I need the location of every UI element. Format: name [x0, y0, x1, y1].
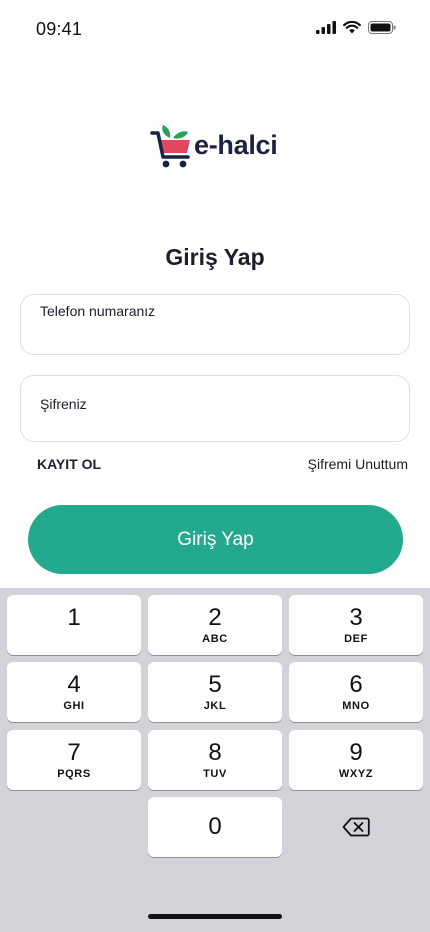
phone-field-label: Telefon numaranız: [40, 303, 156, 319]
status-icons: [316, 21, 396, 34]
key-2[interactable]: 2 ABC: [148, 595, 282, 655]
key-7[interactable]: 7 PQRS: [7, 730, 141, 790]
password-field-label: Şifreniz: [40, 396, 87, 412]
register-link[interactable]: KAYIT OL: [37, 456, 101, 472]
key-digit: 9: [349, 739, 363, 766]
key-1[interactable]: 1: [7, 595, 141, 655]
key-6[interactable]: 6 MNO: [289, 662, 423, 722]
key-digit: 5: [208, 671, 222, 698]
key-letters: TUV: [203, 768, 227, 780]
phone-field[interactable]: Telefon numaranız: [20, 294, 410, 355]
backspace-icon: [342, 817, 370, 837]
logo-text: e-halci: [194, 130, 278, 160]
key-0[interactable]: 0: [148, 797, 282, 857]
key-digit: 4: [67, 671, 81, 698]
cart-logo-icon: [150, 125, 190, 168]
key-8[interactable]: 8 TUV: [148, 730, 282, 790]
page-title: Giriş Yap: [165, 244, 265, 270]
key-digit: 6: [349, 671, 363, 698]
key-letters: GHI: [63, 700, 85, 712]
battery-icon: [368, 21, 396, 34]
key-letters: DEF: [344, 633, 368, 645]
app-logo: e-halci: [150, 122, 290, 170]
status-time: 09:41: [36, 19, 83, 39]
key-5[interactable]: 5 JKL: [148, 662, 282, 722]
key-digit: 1: [67, 604, 81, 631]
key-letters: MNO: [342, 700, 370, 712]
key-letters: ABC: [202, 633, 228, 645]
key-9[interactable]: 9 WXYZ: [289, 730, 423, 790]
numeric-keypad: 1 2 ABC 3 DEF 4 GHI 5 JKL 6 MNO 7 PQRS 8…: [0, 588, 430, 932]
key-digit: 3: [349, 604, 363, 631]
home-indicator: [148, 914, 282, 919]
key-letters: PQRS: [57, 768, 91, 780]
wifi-icon: [343, 21, 361, 34]
key-digit: 0: [208, 813, 222, 840]
password-field[interactable]: Şifreniz: [20, 375, 410, 442]
key-4[interactable]: 4 GHI: [7, 662, 141, 722]
key-digit: 2: [208, 604, 222, 631]
key-letters: JKL: [203, 700, 227, 712]
key-digit: 8: [208, 739, 222, 766]
key-3[interactable]: 3 DEF: [289, 595, 423, 655]
key-letters: WXYZ: [338, 768, 374, 780]
status-bar: 09:41: [0, 0, 430, 60]
cellular-signal-icon: [316, 21, 336, 34]
key-digit: 7: [67, 739, 81, 766]
forgot-password-link[interactable]: Şifremi Unuttum: [308, 456, 408, 472]
login-button[interactable]: Giriş Yap: [28, 505, 403, 574]
backspace-key[interactable]: [289, 797, 423, 857]
